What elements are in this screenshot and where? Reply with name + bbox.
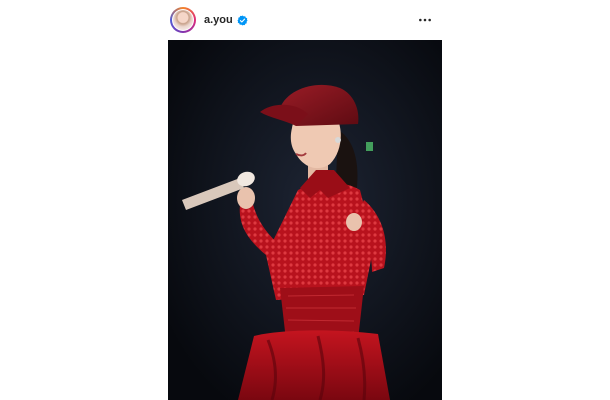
post-photo[interactable] xyxy=(168,40,442,400)
more-dots-icon[interactable] xyxy=(418,13,432,27)
profile-avatar[interactable] xyxy=(170,7,196,33)
verified-badge-icon xyxy=(237,14,248,26)
exit-sign xyxy=(366,142,373,151)
left-hand xyxy=(237,187,255,209)
right-hand xyxy=(346,213,362,231)
avatar-ring xyxy=(172,9,194,31)
avatar-photo xyxy=(173,10,193,30)
earring xyxy=(335,137,341,143)
username[interactable]: a.you xyxy=(204,14,233,26)
post-header: a.you xyxy=(168,4,442,36)
concert-performance-photo xyxy=(168,40,442,400)
red-skirt xyxy=(238,330,390,400)
